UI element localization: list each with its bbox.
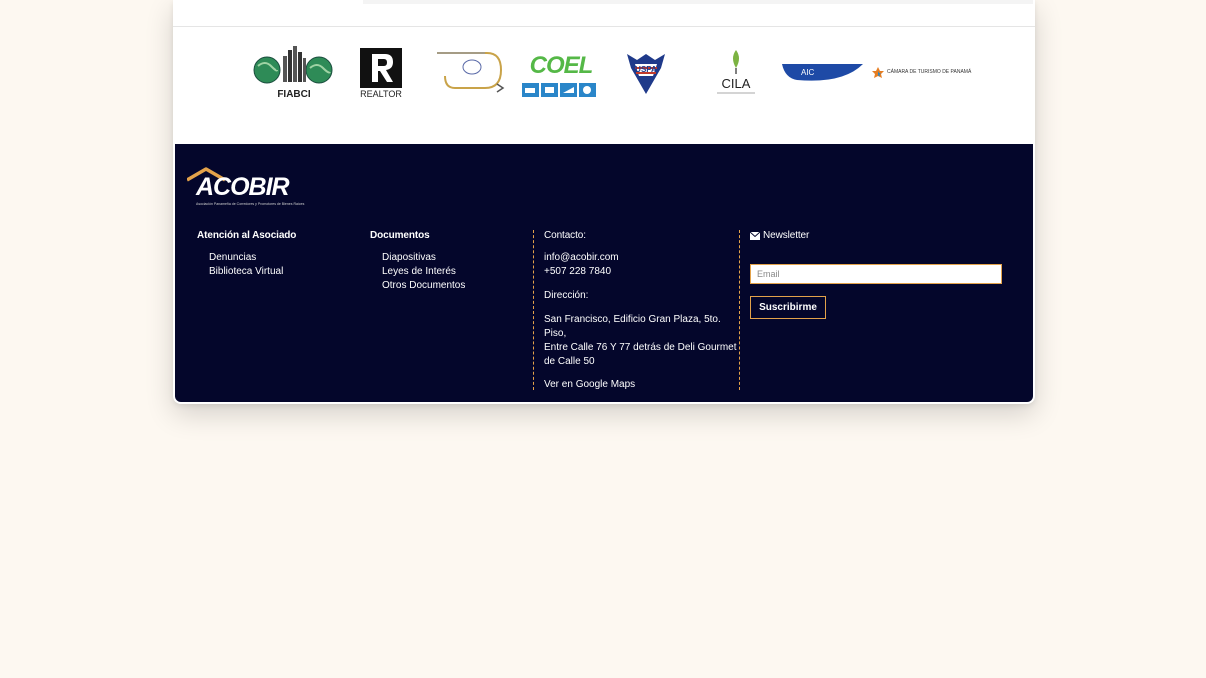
acobir-logo[interactable]: ACOBIR Asociación Panameña de Corredores… — [187, 166, 317, 208]
acobir-tagline: Asociación Panameña de Corredores y Prom… — [196, 202, 305, 206]
subscribe-button[interactable]: Suscribirme — [750, 296, 826, 319]
address-line: Entre Calle 76 Y 77 detrás de Deli Gourm… — [544, 342, 737, 353]
uspa-eagle-icon: USPA — [627, 54, 665, 94]
address-heading: Dirección: — [544, 290, 589, 301]
contact-heading: Contacto: — [544, 230, 586, 241]
fiabci-logo[interactable]: FIABCI — [253, 40, 335, 110]
cila-logo[interactable]: CILA — [711, 40, 761, 110]
divider — [533, 230, 534, 390]
divider — [739, 230, 740, 390]
fiabci-label: FIABCI — [277, 89, 311, 100]
svg-text:CILA: CILA — [722, 76, 751, 91]
link-biblioteca-virtual[interactable]: Biblioteca Virtual — [209, 265, 296, 279]
star-icon — [872, 67, 884, 78]
uspa-logo[interactable]: USPA — [623, 40, 669, 110]
link-otros-documentos[interactable]: Otros Documentos — [382, 279, 465, 293]
svg-text:AIC: AIC — [801, 68, 815, 77]
acobir-wordmark: ACOBIR — [196, 173, 290, 201]
circular-arrow-icon — [437, 52, 505, 93]
coel-label: COEL — [529, 52, 594, 79]
address-line: de Calle 50 — [544, 356, 595, 367]
envelope-icon — [750, 231, 760, 240]
cila-leaf-icon: CILA — [717, 50, 755, 94]
newsletter-heading: Newsletter — [763, 230, 810, 241]
camara-label: CÁMARA DE TURISMO DE PANAMÁ — [887, 69, 972, 75]
link-leyes-de-interes[interactable]: Leyes de Interés — [382, 265, 465, 279]
partner-arrow-logo[interactable] — [435, 40, 507, 110]
coel-transport-icons — [522, 83, 596, 97]
link-denuncias[interactable]: Denuncias — [209, 251, 296, 265]
site-footer: ACOBIR Asociación Panameña de Corredores… — [175, 144, 1033, 402]
contact-phone[interactable]: +507 228 7840 — [544, 265, 744, 279]
aic-logo[interactable]: AIC — [781, 40, 865, 110]
footer-col-contacto: Contacto: info@acobir.com +507 228 7840 … — [544, 230, 744, 392]
aic-swoosh-icon: AIC — [782, 64, 863, 81]
page-card: FIABCI REALTOR COEL USPA CILA AIC CÁMARA… — [173, 0, 1035, 404]
partner-logos: FIABCI REALTOR COEL USPA CILA AIC CÁMARA… — [173, 40, 1035, 110]
svg-text:USPA: USPA — [635, 65, 657, 74]
realtor-label: REALTOR — [360, 89, 402, 99]
realtor-logo[interactable]: REALTOR — [359, 40, 403, 110]
address-line: San Francisco, Edificio Gran Plaza, 5to.… — [544, 314, 721, 339]
col-heading: Documentos — [370, 230, 430, 241]
newsletter-email-input[interactable] — [750, 264, 1002, 284]
contact-email-link[interactable]: info@acobir.com — [544, 251, 744, 265]
footer-col-newsletter: Newsletter — [750, 230, 809, 241]
top-strip — [173, 0, 1035, 27]
col-heading: Atención al Asociado — [197, 230, 297, 241]
footer-col-documentos: Documentos Diapositivas Leyes de Interés… — [370, 230, 465, 293]
link-diapositivas[interactable]: Diapositivas — [382, 251, 465, 265]
google-maps-link[interactable]: Ver en Google Maps — [544, 378, 744, 392]
footer-col-asociado: Atención al Asociado Denuncias Bibliotec… — [197, 230, 296, 279]
